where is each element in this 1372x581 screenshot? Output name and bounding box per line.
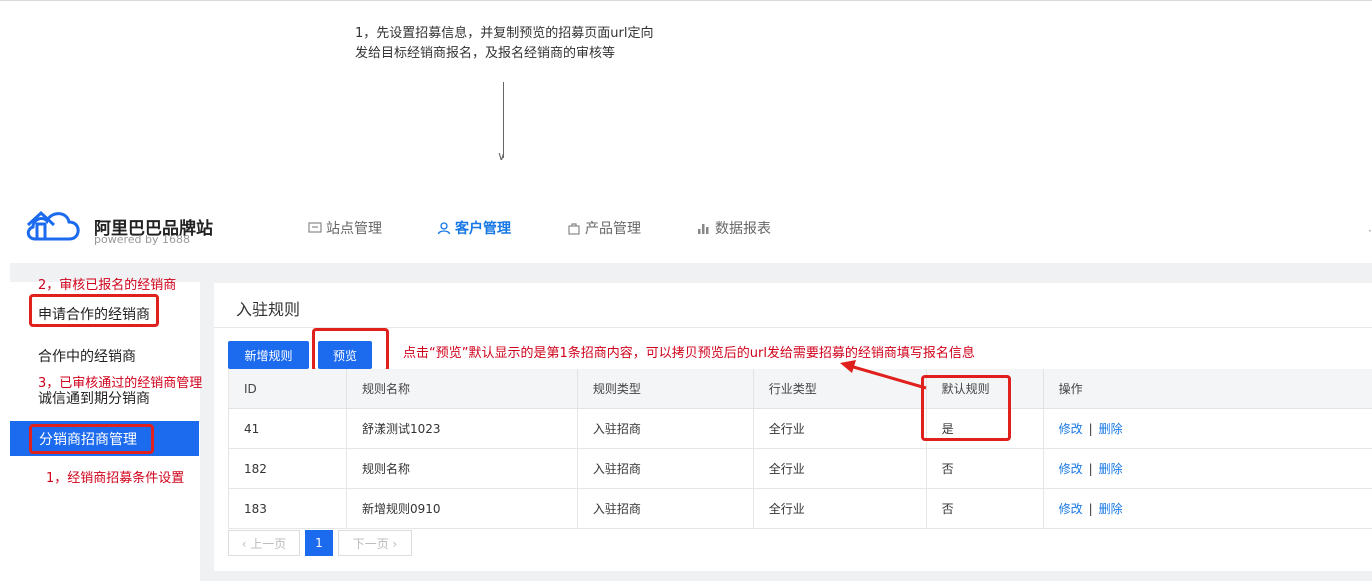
panel-title: 入驻规则 (236, 300, 301, 319)
action-separator: | (1088, 502, 1093, 516)
cell-rule-name: 舒漾测试1023 (346, 408, 578, 449)
top-divider (0, 0, 1372, 1)
cell-rule-name: 新增规则0910 (346, 488, 578, 529)
table-row: 182 规则名称 入驻招商 全行业 否 修改 | 删除 (228, 448, 1372, 489)
cell-industry: 全行业 (753, 448, 927, 489)
panel-divider (214, 327, 1372, 328)
action-separator: | (1088, 462, 1093, 476)
brand-subtitle: powered by 1688 (94, 233, 190, 246)
highlight-box-preview (312, 328, 389, 372)
cell-actions: 修改 | 删除 (1043, 488, 1372, 529)
top-annotation: 1，先设置招募信息，并复制预览的招募页面url定向 发给目标经销商报名，及报名经… (355, 24, 653, 64)
sidebar-item-expired-distributors[interactable]: 诚信通到期分销商 (38, 388, 150, 408)
red-arrow-icon (840, 360, 927, 390)
sidebar-item-cooperating-distributors[interactable]: 合作中的经销商 (38, 346, 136, 366)
cell-actions: 修改 | 删除 (1043, 408, 1372, 449)
user-icon (437, 222, 451, 235)
col-header-id: ID (228, 369, 347, 409)
highlight-box-applying (29, 294, 159, 327)
annotation-step2: 2，审核已报名的经销商 (38, 278, 177, 293)
cell-id: 41 (228, 408, 347, 449)
cell-rule-name: 规则名称 (346, 448, 578, 489)
nav-label: 数据报表 (715, 221, 771, 237)
cell-id: 182 (228, 448, 347, 489)
edit-link[interactable]: 修改 (1059, 502, 1083, 516)
page-1-button[interactable]: 1 (305, 530, 333, 556)
cell-default: 否 (926, 448, 1044, 489)
highlight-box-default-rule (921, 375, 1011, 441)
highlight-box-recruitment (29, 424, 154, 454)
action-separator: | (1088, 422, 1093, 436)
add-rule-button[interactable]: 新增规则 (228, 341, 309, 369)
bar-chart-icon (698, 224, 709, 234)
cell-rule-type: 入驻招商 (577, 488, 754, 529)
top-annotation-line1: 1，先设置招募信息，并复制预览的招募页面url定向 (355, 26, 654, 41)
col-header-rule-type: 规则类型 (577, 369, 754, 409)
prev-page-button[interactable]: ‹ 上一页 (228, 530, 300, 556)
cell-rule-type: 入驻招商 (577, 408, 754, 449)
next-page-button[interactable]: 下一页 › (338, 530, 412, 556)
cell-industry: 全行业 (753, 488, 927, 529)
down-arrow-icon: ∨ (497, 149, 506, 163)
cell-industry: 全行业 (753, 408, 927, 449)
rules-table: ID 规则名称 规则类型 行业类型 默认规则 操作 41 舒漾测试1023 入驻… (228, 369, 1372, 529)
monitor-icon (308, 222, 322, 233)
top-annotation-line2: 发给目标经销商报名，及报名经销商的审核等 (355, 46, 616, 61)
cell-id: 183 (228, 488, 347, 529)
col-header-actions: 操作 (1043, 369, 1372, 409)
table-header-row: ID 规则名称 规则类型 行业类型 默认规则 操作 (228, 369, 1372, 409)
nav-product-management[interactable]: 产品管理 (567, 218, 641, 238)
cloud-house-logo-icon (26, 210, 80, 241)
delete-link[interactable]: 删除 (1099, 462, 1123, 476)
delete-link[interactable]: 删除 (1099, 502, 1123, 516)
header-edge-mark: · (1368, 224, 1372, 238)
nav-label: 产品管理 (585, 221, 641, 237)
bag-icon (568, 223, 580, 235)
table-row: 183 新增规则0910 入驻招商 全行业 否 修改 | 删除 (228, 488, 1372, 529)
annotation-step1: 1，经销商招募条件设置 (46, 471, 185, 486)
nav-customer-management[interactable]: 客户管理 (437, 218, 511, 238)
edit-link[interactable]: 修改 (1059, 462, 1083, 476)
nav-data-reports[interactable]: 数据报表 (697, 218, 771, 238)
col-header-rule-name: 规则名称 (346, 369, 578, 409)
table-row: 41 舒漾测试1023 入驻招商 全行业 是 修改 | 删除 (228, 408, 1372, 449)
cell-default: 否 (926, 488, 1044, 529)
edit-link[interactable]: 修改 (1059, 422, 1083, 436)
nav-label: 客户管理 (455, 221, 511, 237)
delete-link[interactable]: 删除 (1099, 422, 1123, 436)
down-arrow-line (503, 82, 504, 158)
cell-rule-type: 入驻招商 (577, 448, 754, 489)
nav-label: 站点管理 (326, 221, 382, 237)
nav-site-management[interactable]: 站点管理 (308, 218, 382, 238)
cell-actions: 修改 | 删除 (1043, 448, 1372, 489)
